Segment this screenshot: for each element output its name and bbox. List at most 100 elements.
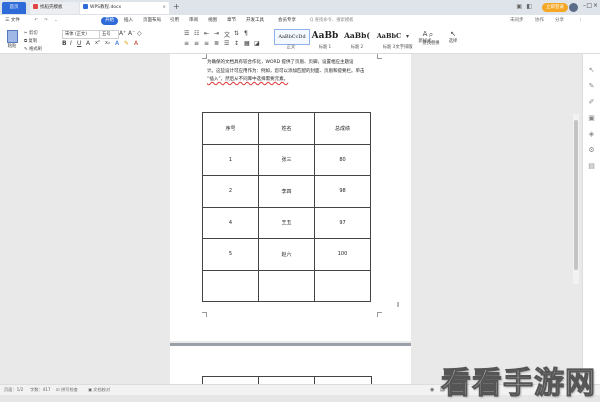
sidebar-arrow-icon[interactable]: ↖: [587, 66, 596, 75]
sidebar-image-icon[interactable]: ▣: [587, 114, 596, 123]
menu-item-section[interactable]: 章节: [227, 17, 236, 25]
menu-item-insert[interactable]: 插入: [124, 17, 133, 25]
scrollbar-thumb[interactable]: [574, 120, 578, 270]
more-menu-icon[interactable]: ⋮: [578, 17, 583, 25]
sync-status[interactable]: 未同步: [510, 17, 524, 25]
spell-check[interactable]: ☑ 拼写检查: [56, 387, 78, 393]
sidebar-settings-icon[interactable]: ⚙: [587, 146, 596, 155]
avatar[interactable]: [569, 3, 578, 12]
menu-item-review[interactable]: 审阅: [189, 17, 198, 25]
more-icon[interactable]: ⌄: [54, 17, 58, 25]
paste-button[interactable]: 粘贴: [5, 30, 19, 49]
table-cell[interactable]: 王五: [258, 206, 315, 239]
score-table[interactable]: 序号 姓名 总成绩 1 张三 80 2 李四 98 4 王五 97 5 赵六 1…: [202, 112, 371, 302]
style-heading-1[interactable]: AaBb: [310, 29, 340, 43]
font-color-icon[interactable]: A: [115, 40, 119, 47]
table-cell[interactable]: 赵六: [258, 238, 315, 271]
document-page-1[interactable]: 为确保的文档具有较合作化，WORD 提供了页眉、页脚，设置相应主题设 计。这些设…: [170, 54, 411, 341]
close-tab-icon[interactable]: ×: [162, 2, 166, 14]
window-layout-icon[interactable]: ▣: [516, 3, 522, 10]
align-left-icon[interactable]: ≡: [184, 40, 189, 47]
sidebar-pen-icon[interactable]: ✎: [587, 82, 596, 91]
table-header-cell[interactable]: 序号: [202, 112, 259, 145]
doc-proofread[interactable]: ▣ 文档校对: [88, 387, 110, 393]
borders-icon[interactable]: ▦: [244, 40, 250, 47]
sidebar-edit-icon[interactable]: ✐: [587, 98, 596, 107]
justify-icon[interactable]: ≣: [214, 40, 219, 47]
command-search[interactable]: Q 查找命令、搜索模板: [310, 17, 382, 25]
format-painter-button[interactable]: ✎ 格式刷: [24, 46, 42, 52]
font-size-select[interactable]: 五号: [99, 30, 119, 39]
maximize-icon[interactable]: □: [586, 2, 592, 9]
styles-more-icon[interactable]: ▾: [406, 33, 409, 40]
document-workspace[interactable]: 为确保的文档具有较合作化，WORD 提供了页眉、页脚，设置相应主题设 计。这些设…: [0, 54, 600, 391]
skin-icon[interactable]: ◧: [526, 3, 532, 10]
align-center-icon[interactable]: ≡: [194, 40, 199, 47]
cut-button[interactable]: ✂ 剪切: [24, 30, 38, 36]
find-replace-button[interactable]: ⌕ 查找替换: [420, 30, 442, 46]
table-cell[interactable]: 97: [314, 206, 371, 239]
collab-button[interactable]: 协作: [535, 17, 544, 25]
sort-icon[interactable]: ⇅: [234, 30, 239, 37]
style-heading-2[interactable]: AaBb(: [342, 29, 372, 43]
font-family-select[interactable]: 宋体 (正文): [62, 30, 100, 39]
shading-icon[interactable]: ◪: [254, 40, 260, 47]
read-mode-icon[interactable]: ◉: [430, 387, 434, 393]
page-count[interactable]: 页面：1/2: [4, 387, 23, 393]
table-cell[interactable]: 4: [202, 206, 259, 239]
table-header-cell[interactable]: 姓名: [258, 112, 315, 145]
bullet-list-icon[interactable]: ☰: [184, 30, 189, 37]
style-heading-3[interactable]: AaBbC: [374, 29, 404, 43]
distribute-icon[interactable]: ☰: [224, 40, 229, 47]
indent-increase-icon[interactable]: ⇥: [214, 30, 219, 37]
tab-document[interactable]: WPS教程.docx ×: [80, 2, 169, 14]
italic-icon[interactable]: I: [70, 40, 72, 47]
sidebar-panel-icon[interactable]: ▤: [587, 162, 596, 171]
tab-home[interactable]: 首页: [2, 2, 26, 14]
sidebar-shape-icon[interactable]: ◈: [587, 130, 596, 139]
menu-item-reference[interactable]: 引用: [170, 17, 179, 25]
copy-button[interactable]: ⧉ 复制: [24, 38, 37, 44]
undo-icon[interactable]: ↶: [34, 17, 38, 25]
table-cell[interactable]: 李四: [258, 175, 315, 208]
highlight-icon[interactable]: ✎: [124, 40, 129, 47]
file-menu[interactable]: 三 文件: [5, 17, 20, 25]
text-color-icon[interactable]: A: [134, 40, 138, 47]
new-tab-button[interactable]: +: [173, 2, 180, 11]
subscript-icon[interactable]: x₂: [105, 40, 110, 46]
tab-template[interactable]: 找稻壳模板: [30, 2, 79, 14]
clear-format-icon[interactable]: ◇: [137, 30, 142, 37]
indent-decrease-icon[interactable]: ⇤: [204, 30, 209, 37]
bold-icon[interactable]: B: [62, 40, 67, 47]
table-cell[interactable]: 80: [314, 143, 371, 176]
menu-item-member[interactable]: 会员专享: [278, 17, 296, 25]
style-normal[interactable]: AaBbCcDd: [274, 29, 310, 45]
select-button[interactable]: ↖ 选择: [446, 30, 460, 44]
show-marks-icon[interactable]: ¶: [244, 30, 248, 37]
number-list-icon[interactable]: ☷: [194, 30, 199, 37]
table-cell[interactable]: 98: [314, 175, 371, 208]
table-cell[interactable]: [314, 269, 371, 302]
body-paragraph[interactable]: 为确保的文档具有较合作化，WORD 提供了页眉、页脚，设置相应主题设 计。这些设…: [207, 59, 385, 85]
table-cell[interactable]: 1: [202, 143, 259, 176]
text-tools-button[interactable]: 文字排版: [388, 44, 420, 50]
share-button[interactable]: 分享: [555, 17, 564, 25]
table-cell[interactable]: 2: [202, 175, 259, 208]
strikethrough-icon[interactable]: x²: [95, 40, 100, 46]
table-header-cell[interactable]: 总成绩: [314, 112, 371, 145]
table-cell[interactable]: 张三: [258, 143, 315, 176]
font-effect-icon[interactable]: A: [86, 40, 90, 47]
table-cell[interactable]: 100: [314, 238, 371, 271]
underline-icon[interactable]: U: [77, 40, 81, 47]
menu-item-layout[interactable]: 页面布局: [143, 17, 161, 25]
menu-item-start[interactable]: 开始: [101, 17, 118, 25]
table-cell[interactable]: [258, 269, 315, 302]
close-window-icon[interactable]: ×: [593, 2, 598, 9]
redo-icon[interactable]: ↷: [44, 17, 48, 25]
login-button[interactable]: 立即登录: [542, 3, 568, 12]
table-cell[interactable]: 5: [202, 238, 259, 271]
menu-item-view[interactable]: 视图: [208, 17, 217, 25]
align-right-icon[interactable]: ≡: [204, 40, 209, 47]
line-spacing-icon[interactable]: ↕: [234, 40, 239, 47]
chinese-layout-icon[interactable]: 文: [224, 30, 230, 39]
